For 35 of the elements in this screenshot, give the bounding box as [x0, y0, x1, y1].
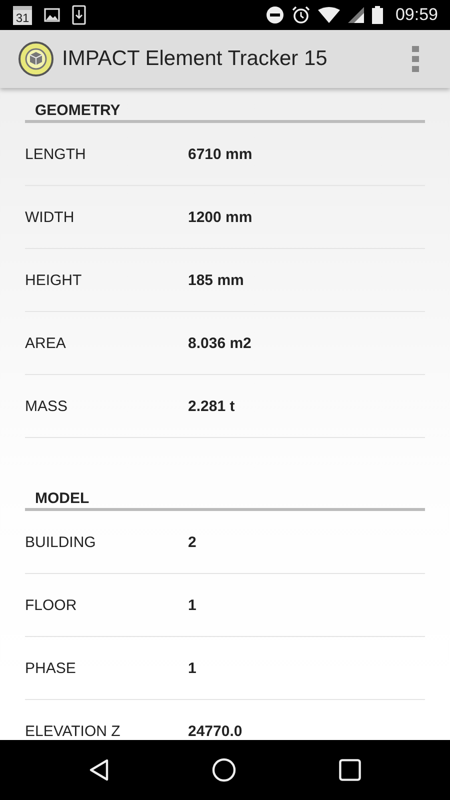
field-label: WIDTH: [25, 208, 76, 226]
app-title: IMPACT Element Tracker 15: [62, 47, 328, 71]
field-label: MASS: [25, 398, 69, 414]
calendar-icon: 31: [13, 6, 32, 24]
do-not-disturb-icon: [266, 6, 284, 24]
field-value: 2: [188, 534, 196, 550]
field-value: 185 mm: [188, 272, 244, 288]
field-label: HEIGHT: [25, 272, 83, 288]
field-value: 2.281 t: [188, 398, 235, 414]
alarm-icon: [292, 6, 310, 24]
field-label: PHASE: [25, 660, 77, 676]
field-label: FLOOR: [25, 596, 78, 614]
app-logo-icon: [18, 41, 54, 77]
recent-apps-icon[interactable]: [338, 759, 361, 781]
field-value: 24770.0: [188, 722, 242, 740]
field-value: 6710 mm: [188, 146, 252, 162]
field-value: 1: [188, 596, 196, 614]
image-icon: [44, 8, 60, 22]
section-header: MODEL: [25, 490, 425, 511]
battery-icon: [372, 6, 384, 24]
field-value: 1: [188, 660, 196, 676]
field-label: AREA: [25, 334, 67, 352]
back-icon[interactable]: [89, 759, 110, 781]
wifi-icon: [318, 7, 340, 23]
field-value: 8.036 m2: [188, 334, 252, 352]
field-label: ELEVATION Z: [25, 722, 122, 740]
section-header: GEOMETRY: [25, 102, 425, 123]
home-icon[interactable]: [212, 758, 236, 782]
signal-icon: [348, 7, 364, 23]
field-value: 1200 mm: [188, 208, 252, 226]
field-label: LENGTH: [25, 146, 87, 162]
more-options-icon[interactable]: [412, 46, 420, 72]
download-icon: [72, 5, 86, 25]
field-label: BUILDING: [25, 534, 97, 550]
clock-time: 09:59: [395, 5, 438, 25]
